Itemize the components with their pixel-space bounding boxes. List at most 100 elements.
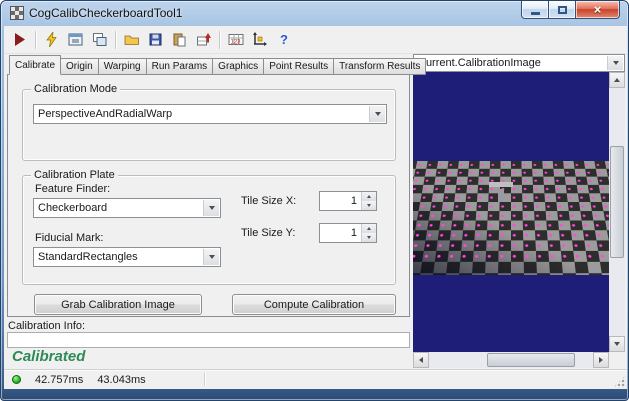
electric-run-icon (46, 32, 57, 47)
tab-strip: Calibrate Origin Warping Run Params Grap… (9, 55, 427, 75)
maximize-button[interactable] (548, 1, 576, 19)
calibration-info-label: Calibration Info: (8, 320, 86, 332)
app-icon (10, 6, 24, 20)
save-button[interactable] (144, 29, 167, 51)
vertical-scrollbar[interactable] (609, 72, 625, 352)
fiducial-mark-graphic (498, 189, 504, 202)
tab-graphics[interactable]: Graphics (212, 58, 265, 75)
tile-size-x-spinner[interactable]: 1 (319, 191, 377, 211)
horizontal-scrollbar[interactable] (413, 352, 609, 368)
tab-warping[interactable]: Warping (97, 58, 147, 75)
image-selector-value: Current.CalibrationImage (418, 57, 541, 69)
svg-text:123: 123 (230, 40, 241, 46)
scroll-down-button[interactable] (609, 336, 625, 352)
calibration-plate-group: Calibration Plate Feature Finder: Checke… (22, 169, 396, 285)
image-display-viewport[interactable] (413, 72, 609, 352)
dropdown-arrow-icon[interactable] (203, 200, 219, 216)
float-window-button[interactable] (88, 29, 111, 51)
help-button[interactable]: ? (272, 29, 295, 51)
tile-size-y-down-button[interactable] (361, 233, 376, 242)
tab-transform-results[interactable]: Transform Results (333, 58, 427, 75)
run-button[interactable] (8, 29, 31, 51)
tab-point-results[interactable]: Point Results (263, 58, 335, 75)
position-button[interactable] (248, 29, 271, 51)
tile-size-y-spinner[interactable]: 1 (319, 223, 377, 243)
fiducial-mark-combo[interactable]: StandardRectangles (33, 247, 221, 267)
float-window-icon (93, 33, 107, 46)
tile-size-y-label: Tile Size Y: (241, 227, 296, 239)
import-button[interactable] (192, 29, 215, 51)
calibration-info-field[interactable] (7, 332, 410, 348)
scrollbar-corner (609, 352, 625, 368)
close-icon: × (593, 2, 602, 17)
svg-text:?: ? (280, 32, 288, 47)
dropdown-arrow-icon[interactable] (203, 249, 219, 265)
tab-run-params[interactable]: Run Params (145, 58, 214, 75)
tab-calibrate[interactable]: Calibrate (9, 55, 62, 75)
import-icon (197, 33, 211, 46)
tile-size-x-up-button[interactable] (361, 192, 376, 201)
minimize-button[interactable] (521, 1, 549, 19)
dropdown-arrow-icon[interactable] (607, 56, 623, 70)
calibration-mode-combo[interactable]: PerspectiveAndRadialWarp (33, 104, 387, 124)
minimize-icon (530, 11, 540, 15)
maximize-icon (557, 5, 567, 14)
save-icon (149, 33, 162, 46)
image-display-button[interactable] (64, 29, 87, 51)
electric-run-button[interactable] (40, 29, 63, 51)
help-icon: ? (280, 32, 288, 47)
tile-size-y-value: 1 (350, 227, 357, 239)
calibrate-tab-page: Calibration Mode PerspectiveAndRadialWar… (7, 74, 410, 317)
results-table-icon: 123 (228, 34, 243, 46)
fiducial-mark-label: Fiducial Mark: (35, 232, 104, 244)
paste-button[interactable] (168, 29, 191, 51)
calibration-status-text: Calibrated (12, 348, 86, 365)
feature-finder-label: Feature Finder: (35, 183, 111, 195)
caption-buttons: × (521, 1, 620, 19)
checkerboard-calibration-image (413, 161, 609, 275)
calibration-mode-group-label: Calibration Mode (31, 83, 121, 95)
calibration-mode-group: Calibration Mode PerspectiveAndRadialWar… (22, 83, 396, 161)
total-time: 43.043ms (97, 373, 146, 386)
fiducial-mark-value: StandardRectangles (38, 251, 138, 263)
status-separator (204, 373, 205, 386)
image-display-icon (68, 33, 83, 46)
feature-finder-value: Checkerboard (38, 202, 108, 214)
horizontal-scroll-thumb[interactable] (487, 353, 575, 367)
position-icon (253, 32, 267, 46)
close-button[interactable]: × (575, 1, 620, 19)
run-icon (15, 33, 25, 46)
open-icon (124, 35, 139, 45)
client-area: 123 ? Calibrate Origin Warping Run Param… (4, 26, 627, 389)
toolbar-separator (219, 30, 220, 49)
feature-finder-combo[interactable]: Checkerboard (33, 198, 221, 218)
tile-size-x-label: Tile Size X: (241, 195, 297, 207)
run-time: 42.757ms (35, 373, 84, 386)
image-selector-combo[interactable]: Current.CalibrationImage (413, 54, 625, 72)
paste-icon (173, 33, 186, 47)
scroll-right-button[interactable] (593, 352, 609, 368)
dropdown-arrow-icon[interactable] (369, 106, 385, 122)
window-title: CogCalibCheckerboardTool1 (29, 6, 183, 20)
resize-grip[interactable] (613, 375, 626, 388)
status-bar: 42.757ms 43.043ms (4, 369, 627, 389)
tile-size-x-value: 1 (350, 195, 357, 207)
open-button[interactable] (120, 29, 143, 51)
tile-size-y-up-button[interactable] (361, 224, 376, 233)
toolbar-separator (115, 30, 116, 49)
toolbar: 123 ? (4, 26, 627, 54)
tile-size-x-down-button[interactable] (361, 201, 376, 210)
compute-calibration-button[interactable]: Compute Calibration (232, 294, 396, 315)
toolbar-separator (35, 30, 36, 49)
calibration-mode-value: PerspectiveAndRadialWarp (38, 108, 173, 120)
results-table-button[interactable]: 123 (224, 29, 247, 51)
fiducial-mark-graphic (489, 182, 513, 187)
vertical-scroll-thumb[interactable] (610, 146, 624, 258)
calibration-plate-group-label: Calibration Plate (31, 169, 118, 181)
scroll-up-button[interactable] (609, 72, 625, 88)
window: CogCalibCheckerboardTool1 × 123 ? Calibr… (0, 0, 629, 401)
tab-origin[interactable]: Origin (60, 58, 99, 75)
grab-calibration-image-button[interactable]: Grab Calibration Image (34, 294, 202, 315)
scroll-left-button[interactable] (413, 352, 429, 368)
status-led-icon (12, 375, 21, 384)
